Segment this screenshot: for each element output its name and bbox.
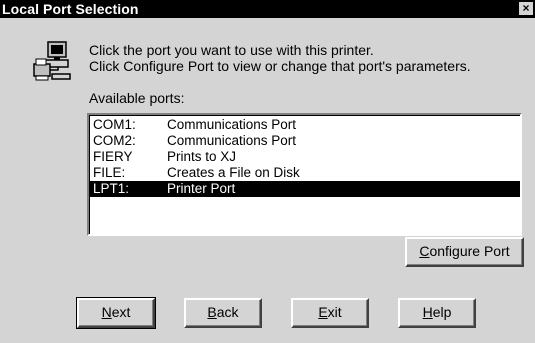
instruction-line-1: Click the port you want to use with this… [89, 42, 374, 58]
next-button[interactable]: Next [76, 297, 156, 329]
back-button[interactable]: Back [184, 298, 262, 328]
help-button[interactable]: Help [398, 298, 476, 328]
port-description: Prints to XJ [167, 149, 237, 164]
port-row-file[interactable]: FILE: Creates a File on Disk [89, 165, 520, 181]
port-description: Communications Port [167, 117, 297, 132]
window-title: Local Port Selection [2, 1, 139, 17]
port-name: LPT1: [93, 181, 130, 196]
port-description: Printer Port [167, 181, 236, 196]
port-name: FILE: [93, 165, 126, 180]
port-name: COM1: [93, 117, 136, 132]
port-row-com1[interactable]: COM1: Communications Port [89, 117, 520, 133]
port-description: Creates a File on Disk [167, 165, 300, 180]
port-name: COM2: [93, 133, 136, 148]
port-description: Communications Port [167, 133, 297, 148]
port-row-fiery[interactable]: FIERY Prints to XJ [89, 149, 520, 165]
close-icon[interactable]: × [519, 2, 533, 15]
ports-listbox[interactable]: COM1: Communications Port COM2: Communic… [87, 113, 522, 236]
printer-computer-icon [30, 40, 74, 84]
exit-button[interactable]: Exit [291, 298, 369, 328]
port-row-lpt1[interactable]: LPT1: Printer Port [89, 181, 520, 197]
port-row-com2[interactable]: COM2: Communications Port [89, 133, 520, 149]
title-bar: Local Port Selection × [0, 0, 535, 18]
available-ports-label: Available ports: [89, 90, 185, 106]
instruction-line-2: Click Configure Port to view or change t… [89, 58, 471, 74]
configure-port-button[interactable]: Configure Port [405, 237, 524, 267]
port-name: FIERY [93, 149, 133, 164]
